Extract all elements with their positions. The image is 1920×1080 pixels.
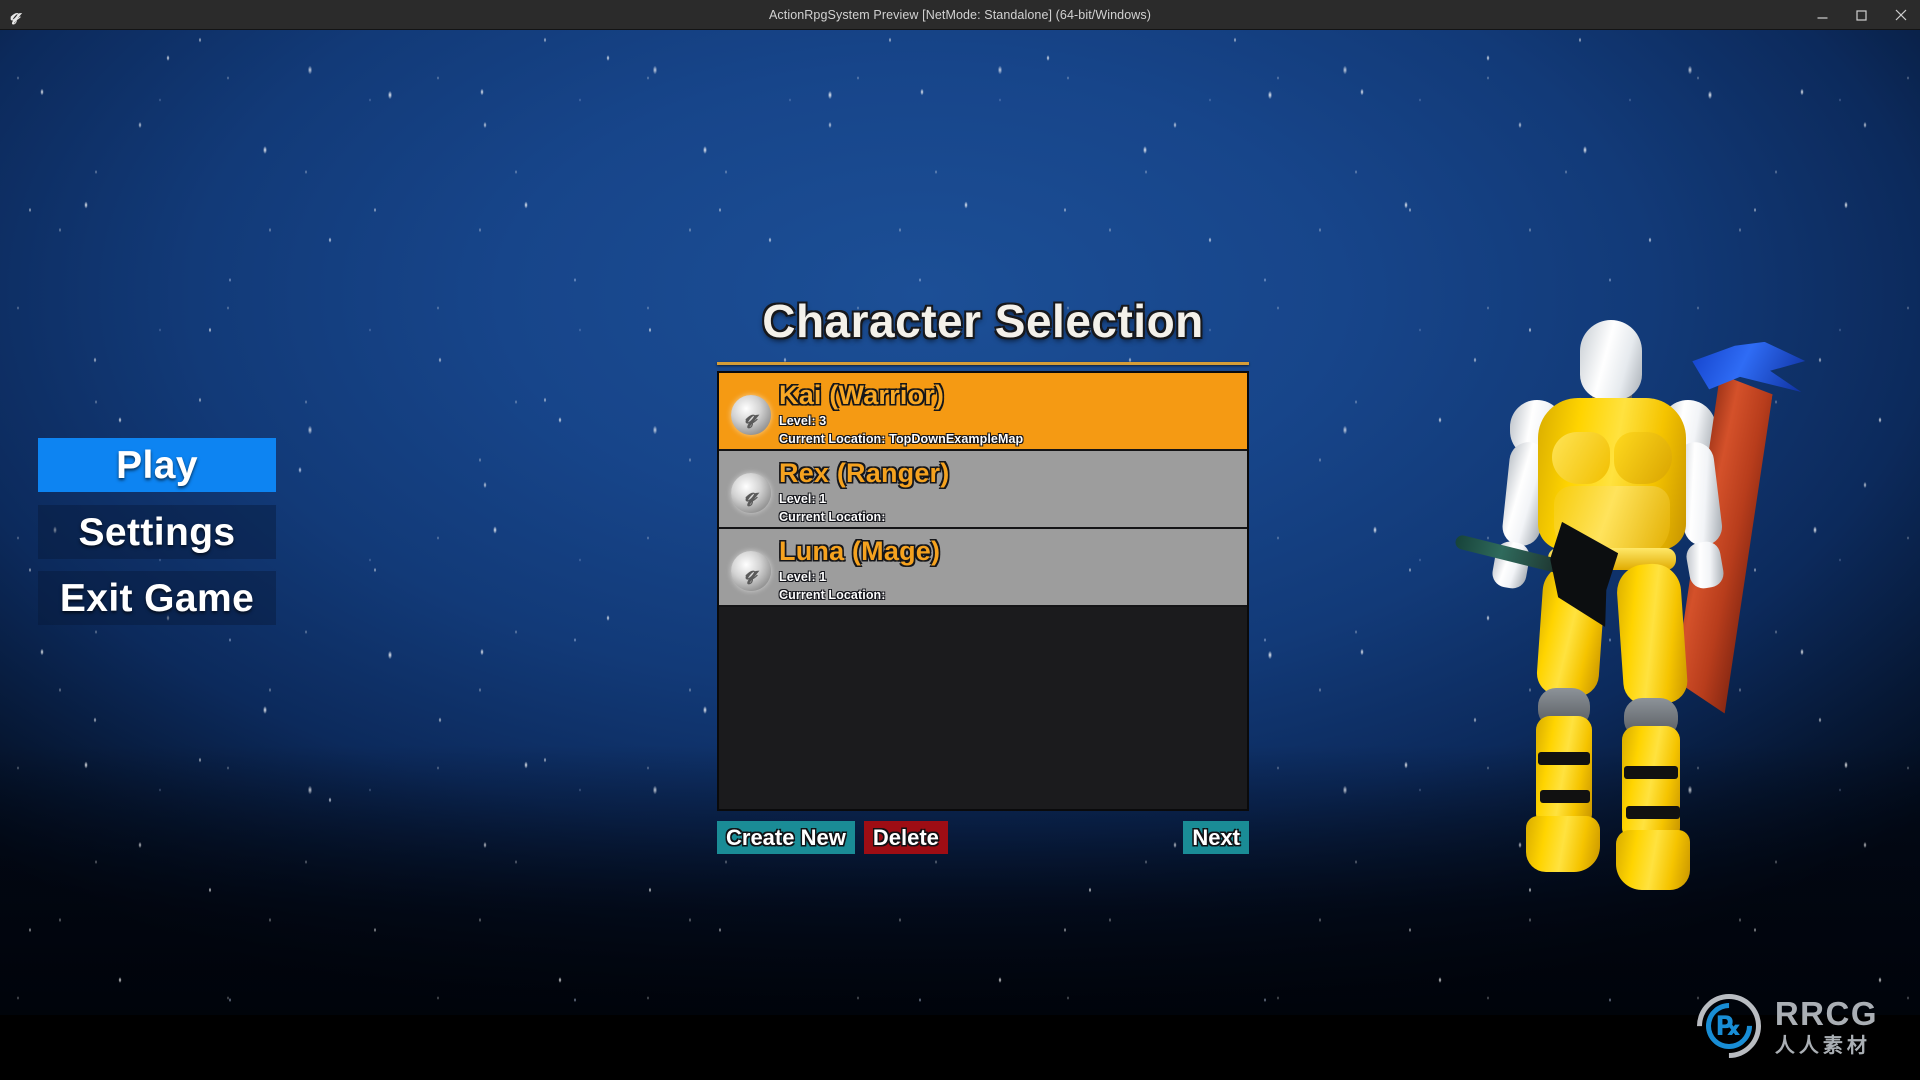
page-title: Character Selection: [762, 295, 1204, 347]
model-stripe: [1540, 790, 1590, 803]
main-menu-item-play[interactable]: Play: [38, 438, 276, 492]
title-bar: 𝓆 ActionRpgSystem Preview [NetMode: Stan…: [0, 0, 1920, 30]
character-list-item-luna[interactable]: 𝓆 Luna (Mage) Level: 1 Current Location:: [719, 529, 1247, 607]
character-list-item-kai[interactable]: 𝓆 Kai (Warrior) Level: 3 Current Locatio…: [719, 373, 1247, 451]
model-head: [1580, 320, 1642, 400]
next-label: Next: [1192, 824, 1240, 850]
create-new-label: Create New: [726, 824, 846, 850]
main-menu-item-exit-game[interactable]: Exit Game: [38, 571, 276, 625]
main-menu-item-label: Exit Game: [59, 576, 255, 620]
next-button[interactable]: Next: [1183, 821, 1249, 854]
model-stripe: [1624, 766, 1678, 779]
create-new-button[interactable]: Create New: [717, 821, 855, 854]
character-level: Level: 1: [779, 570, 827, 585]
character-level: Level: 3: [779, 414, 827, 429]
character-info: Luna (Mage) Level: 1 Current Location:: [779, 535, 940, 605]
window-title: ActionRpgSystem Preview [NetMode: Standa…: [768, 7, 1152, 22]
unreal-engine-badge-icon: 𝓆: [731, 395, 771, 435]
character-location: Current Location: TopDownExampleMap: [779, 432, 1024, 447]
model-shin-right: [1622, 726, 1680, 838]
model-boot-left: [1526, 816, 1600, 872]
character-panel-actions: Create New Delete Next: [717, 821, 1249, 854]
character-location: Current Location:: [779, 510, 886, 525]
application-window: 𝓆 ActionRpgSystem Preview [NetMode: Stan…: [0, 0, 1920, 1080]
character-list[interactable]: 𝓆 Kai (Warrior) Level: 3 Current Locatio…: [717, 371, 1249, 811]
minimize-icon[interactable]: [1803, 0, 1842, 30]
model-boot-right: [1616, 830, 1690, 890]
window-controls: [1803, 0, 1920, 30]
main-menu-item-settings[interactable]: Settings: [38, 505, 276, 559]
character-location: Current Location:: [779, 588, 886, 603]
delete-button[interactable]: Delete: [863, 821, 948, 854]
close-icon[interactable]: [1881, 0, 1920, 30]
watermark-subtitle: 人人素材: [1774, 1033, 1871, 1057]
rrcg-logo-icon: ℞: [1683, 980, 1775, 1072]
character-preview-model: [1430, 320, 1790, 960]
main-menu-item-label: Play: [116, 443, 198, 487]
model-thigh-right: [1615, 561, 1689, 707]
unreal-engine-badge-icon: 𝓆: [731, 551, 771, 591]
watermark-brand: RRCG: [1774, 995, 1878, 1032]
watermark-text: RRCG 人人素材: [1775, 997, 1878, 1055]
character-level: Level: 1: [779, 492, 827, 507]
character-info: Rex (Ranger) Level: 1 Current Location:: [779, 457, 949, 527]
character-selection-panel: Character Selection 𝓆 Kai (Warrior) Leve…: [717, 298, 1249, 854]
game-viewport[interactable]: Play Settings Exit Game Character Select…: [0, 30, 1920, 1080]
title-divider: [717, 362, 1249, 365]
character-list-item-rex[interactable]: 𝓆 Rex (Ranger) Level: 1 Current Location…: [719, 451, 1247, 529]
delete-label: Delete: [872, 824, 939, 850]
unreal-engine-badge-icon: 𝓆: [731, 473, 771, 513]
character-name: Luna (Mage): [779, 536, 941, 566]
model-shin-left: [1536, 716, 1592, 824]
unreal-engine-logo-icon: 𝓆: [10, 3, 20, 25]
character-name: Rex (Ranger): [779, 458, 950, 488]
character-name: Kai (Warrior): [779, 380, 945, 410]
maximize-icon[interactable]: [1842, 0, 1881, 30]
letterbox-bar: [0, 1015, 1920, 1080]
watermark: ℞ RRCG 人人素材: [1683, 980, 1878, 1072]
character-info: Kai (Warrior) Level: 3 Current Location:…: [779, 379, 1023, 449]
model-chest-right: [1614, 432, 1672, 484]
main-menu: Play Settings Exit Game: [38, 438, 276, 625]
main-menu-item-label: Settings: [78, 510, 236, 554]
model-stripe: [1626, 806, 1680, 819]
model-chest-left: [1552, 432, 1610, 484]
model-stripe: [1538, 752, 1590, 765]
